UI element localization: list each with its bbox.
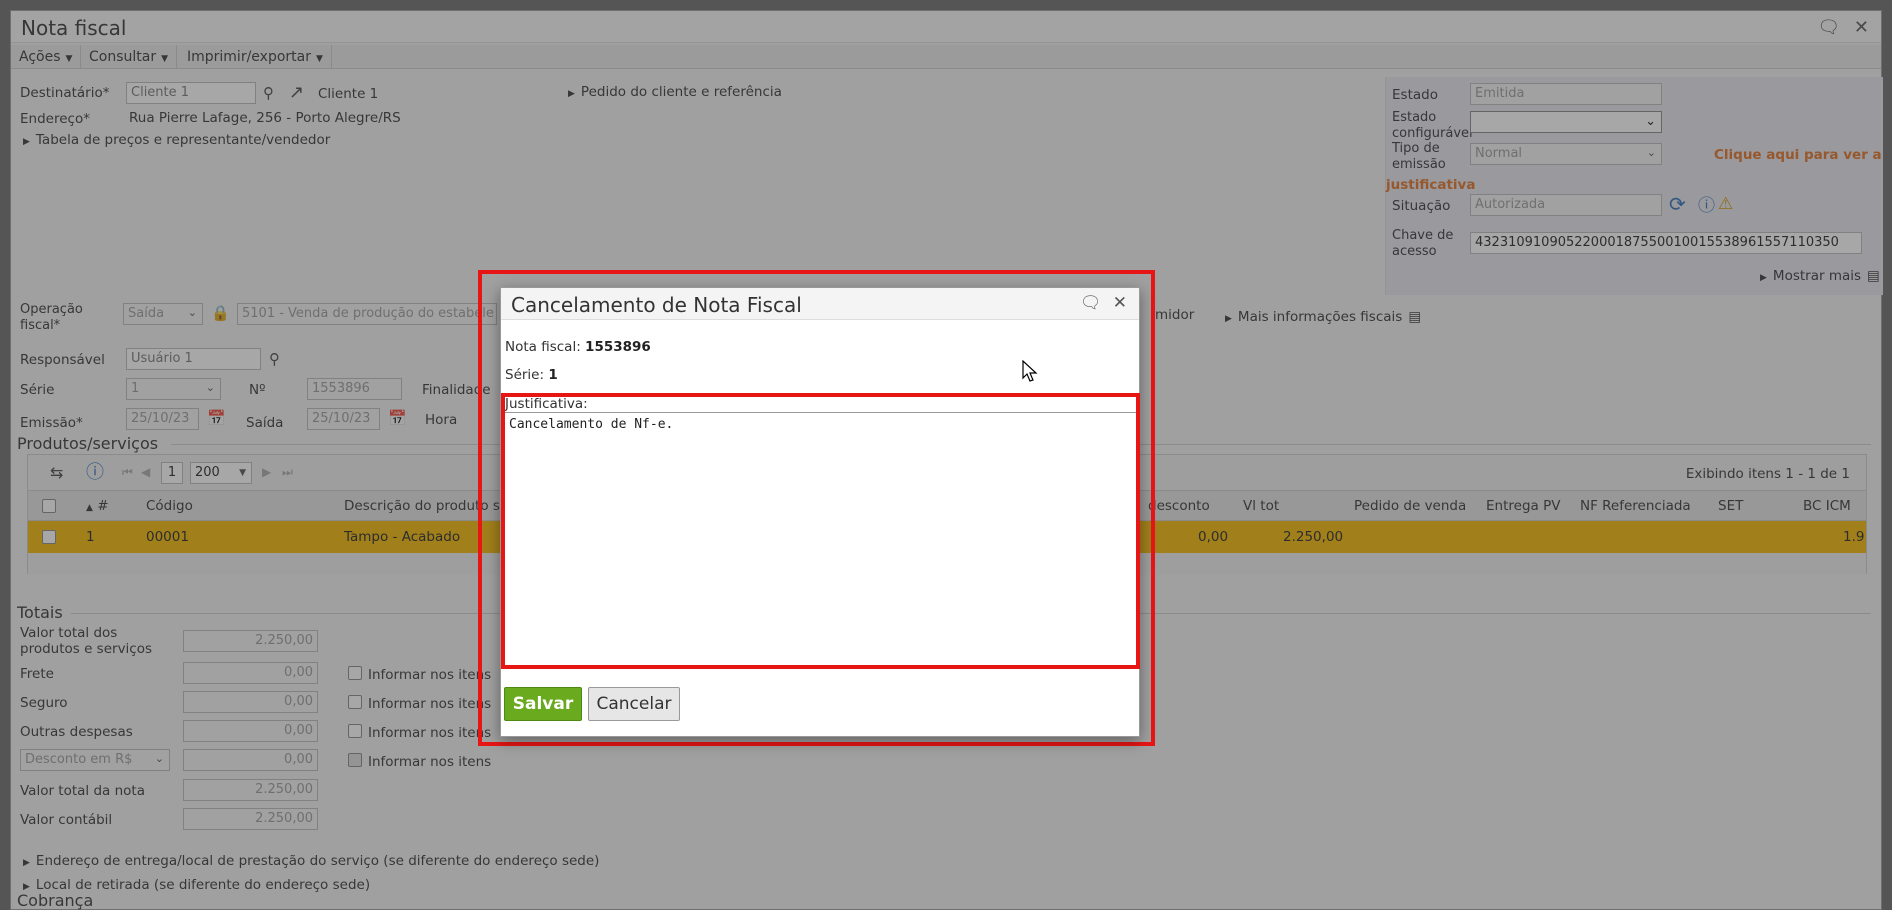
dialog-controls: 🗨 ✕ [1080,293,1127,313]
serie-value: 1 [548,367,558,383]
nf-label: Nota fiscal: [505,339,581,355]
serie-line: Série: 1 [505,367,558,383]
highlight-box-justificativa [501,393,1140,669]
mouse-cursor-icon [1022,360,1038,382]
comment-icon[interactable]: 🗨 [1080,293,1102,313]
dialog-titlebar: Cancelamento de Nota Fiscal 🗨 ✕ [501,288,1139,320]
cancel-button[interactable]: Cancelar [588,687,680,721]
nf-line: Nota fiscal: 1553896 [505,339,651,355]
dialog-title: Cancelamento de Nota Fiscal [511,293,802,317]
serie-label: Série: [505,367,545,383]
close-icon[interactable]: ✕ [1113,293,1127,313]
nf-value: 1553896 [585,339,651,355]
save-button[interactable]: Salvar [504,687,582,721]
